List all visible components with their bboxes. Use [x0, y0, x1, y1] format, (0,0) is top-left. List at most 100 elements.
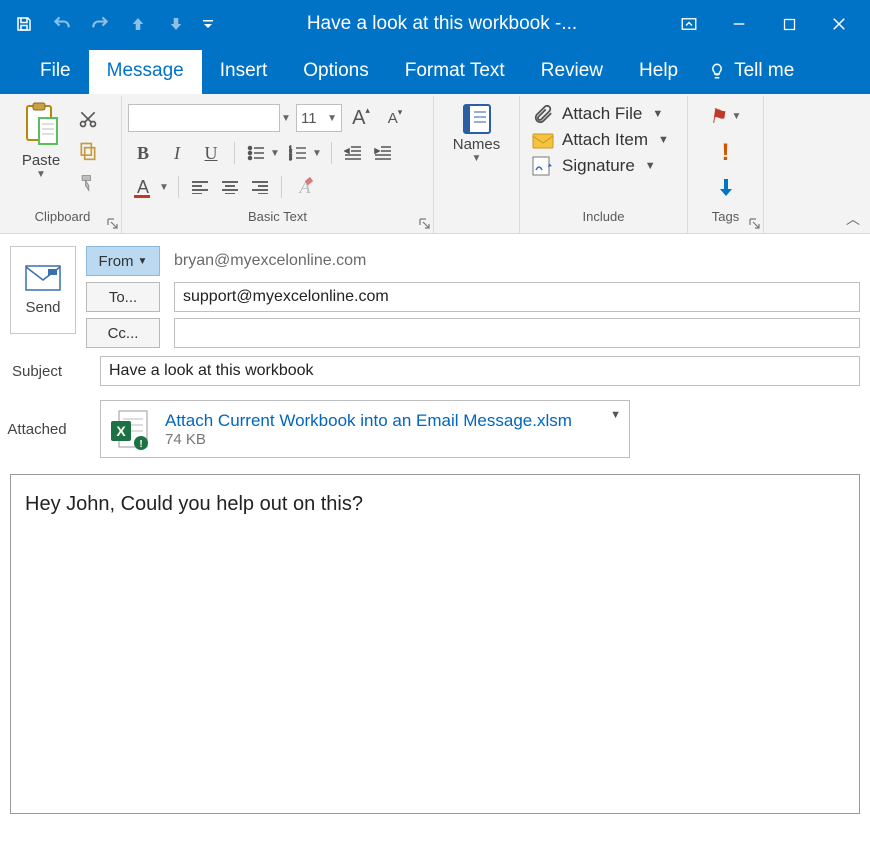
clear-formatting-icon[interactable]: A◆ — [290, 174, 320, 200]
attached-label: Attached — [0, 421, 74, 438]
address-book-icon — [458, 102, 496, 136]
dialog-launcher-icon[interactable] — [107, 218, 119, 230]
next-item-icon[interactable] — [158, 0, 194, 48]
cc-button[interactable]: Cc... — [86, 318, 160, 348]
from-value: bryan@myexcelonline.com — [174, 252, 366, 270]
group-label-names — [440, 209, 513, 231]
ribbon-tabs: File Message Insert Options Format Text … — [0, 48, 870, 94]
to-value: support@myexcelonline.com — [183, 288, 389, 306]
lightbulb-icon — [708, 62, 726, 80]
prev-item-icon[interactable] — [120, 0, 156, 48]
undo-icon[interactable] — [44, 0, 80, 48]
minimize-icon[interactable] — [714, 0, 764, 48]
subject-value: Have a look at this workbook — [109, 362, 314, 380]
ribbon-display-icon[interactable] — [664, 0, 714, 48]
message-body-text: Hey John, Could you help out on this? — [25, 493, 363, 515]
to-field[interactable]: support@myexcelonline.com — [174, 282, 860, 312]
send-label: Send — [25, 299, 60, 316]
attach-file-label: Attach File — [562, 104, 642, 124]
collapse-ribbon-icon[interactable]: ︿ — [846, 209, 860, 229]
attach-item-icon — [532, 130, 554, 150]
cut-icon[interactable] — [74, 108, 102, 130]
address-book-button[interactable]: Names ▼ — [442, 100, 512, 164]
attachment-dropdown-icon[interactable]: ▼ — [610, 409, 621, 421]
font-size-combo[interactable]: 11▼ — [296, 104, 342, 132]
follow-up-button[interactable]: ⚑ ▼ — [710, 104, 742, 129]
excel-file-icon: X ! — [109, 407, 153, 451]
tab-help[interactable]: Help — [621, 50, 696, 94]
from-button[interactable]: From▼ — [86, 246, 160, 276]
dialog-launcher-icon[interactable] — [749, 218, 761, 230]
paste-button[interactable]: Paste ▼ — [10, 100, 72, 209]
svg-text:!: ! — [139, 439, 142, 450]
shrink-font-icon[interactable]: A▾ — [380, 105, 410, 131]
attachment-name: Attach Current Workbook into an Email Me… — [165, 411, 572, 431]
redo-icon[interactable] — [82, 0, 118, 48]
underline-icon[interactable]: U — [196, 140, 226, 166]
qat-customize-icon[interactable] — [196, 0, 220, 48]
from-label: From — [99, 253, 134, 270]
subject-label: Subject — [0, 363, 74, 380]
attach-item-button[interactable]: Attach Item▼ — [532, 130, 669, 150]
paperclip-icon — [532, 104, 554, 124]
signature-label: Signature — [562, 156, 635, 176]
to-button[interactable]: To... — [86, 282, 160, 312]
flag-icon: ⚑ — [708, 104, 729, 129]
font-family-combo[interactable]: ▼ — [128, 104, 292, 132]
font-color-icon[interactable]: A — [128, 174, 158, 200]
attachment-size: 74 KB — [165, 431, 572, 448]
align-left-icon[interactable] — [187, 174, 213, 200]
attachment-item[interactable]: X ! Attach Current Workbook into an Emai… — [100, 400, 630, 458]
italic-icon[interactable]: I — [162, 140, 192, 166]
bold-icon[interactable]: B — [128, 140, 158, 166]
svg-text:X: X — [116, 423, 126, 439]
attach-file-button[interactable]: Attach File▼ — [532, 104, 669, 124]
chevron-down-icon: ▼ — [732, 111, 742, 122]
svg-text:3: 3 — [289, 156, 292, 161]
save-icon[interactable] — [6, 0, 42, 48]
group-tags: ⚑ ▼ ! Tags — [688, 96, 764, 233]
signature-button[interactable]: Signature▼ — [532, 156, 669, 176]
maximize-icon[interactable] — [764, 0, 814, 48]
window-title: Have a look at this workbook -... — [220, 13, 664, 35]
bullets-icon[interactable] — [243, 140, 269, 166]
to-label: To... — [109, 289, 137, 306]
tab-message[interactable]: Message — [89, 50, 202, 94]
chevron-down-icon: ▼ — [472, 153, 482, 164]
tab-file[interactable]: File — [22, 50, 89, 94]
cc-label: Cc... — [108, 325, 139, 342]
align-right-icon[interactable] — [247, 174, 273, 200]
grow-font-icon[interactable]: A▴ — [346, 105, 376, 131]
format-painter-icon[interactable] — [74, 172, 102, 194]
tab-format-text[interactable]: Format Text — [387, 50, 523, 94]
align-center-icon[interactable] — [217, 174, 243, 200]
subject-field[interactable]: Have a look at this workbook — [100, 356, 860, 386]
low-importance-button[interactable] — [717, 177, 735, 203]
tab-options[interactable]: Options — [285, 50, 386, 94]
tell-me[interactable]: Tell me — [696, 50, 806, 94]
group-label-clipboard: Clipboard — [10, 209, 115, 231]
group-clipboard: Paste ▼ Clipboard — [4, 96, 122, 233]
chevron-down-icon: ▼ — [36, 169, 46, 180]
group-include: Attach File▼ Attach Item▼ Signature▼ Inc… — [520, 96, 688, 233]
cc-field[interactable] — [174, 318, 860, 348]
signature-icon — [532, 156, 554, 176]
group-names: Names ▼ — [434, 96, 520, 233]
decrease-indent-icon[interactable] — [340, 140, 366, 166]
tab-insert[interactable]: Insert — [202, 50, 286, 94]
tell-me-label: Tell me — [734, 60, 794, 82]
message-body[interactable]: Hey John, Could you help out on this? — [10, 474, 860, 814]
send-button[interactable]: Send — [10, 246, 76, 334]
numbering-icon[interactable]: 123 — [285, 140, 311, 166]
compose-header: Send From▼ bryan@myexcelonline.com To...… — [0, 234, 870, 356]
paste-label: Paste — [22, 152, 60, 169]
copy-icon[interactable] — [74, 140, 102, 162]
close-icon[interactable] — [814, 0, 864, 48]
dialog-launcher-icon[interactable] — [419, 218, 431, 230]
tab-review[interactable]: Review — [523, 50, 621, 94]
high-importance-button[interactable]: ! — [722, 139, 730, 167]
font-size-value: 11 — [301, 110, 317, 127]
group-label-include: Include — [526, 209, 681, 231]
group-label-basic-text: Basic Text — [128, 209, 427, 231]
increase-indent-icon[interactable] — [370, 140, 396, 166]
